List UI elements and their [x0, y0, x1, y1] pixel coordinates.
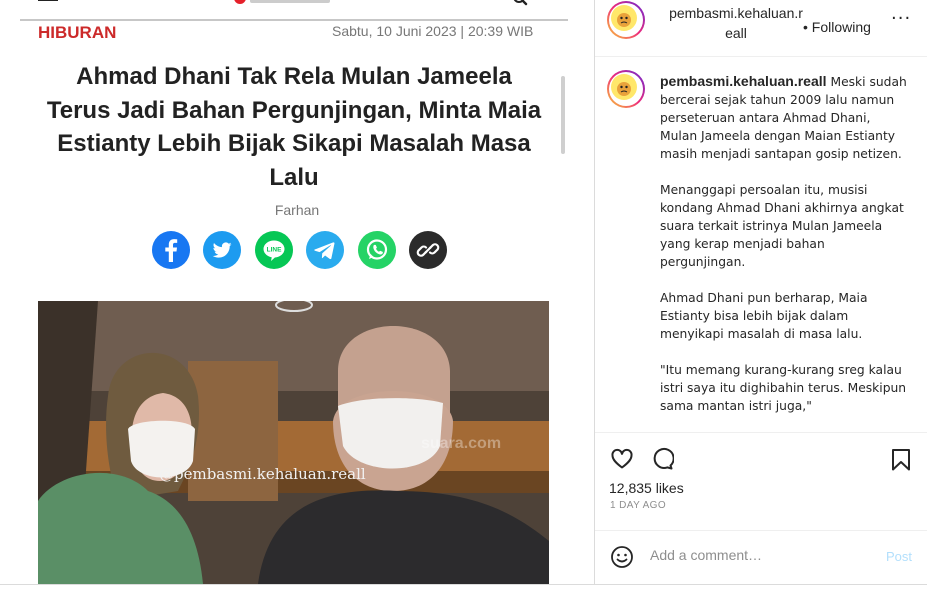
line-icon[interactable]: LINE — [255, 231, 293, 269]
scrollbar[interactable] — [561, 76, 565, 154]
post-username-line: eall — [725, 25, 747, 41]
like-count[interactable]: 12,835 likes — [609, 480, 684, 496]
more-options-icon[interactable]: ··· — [891, 8, 911, 29]
post-username[interactable]: pembasmi.kehaluan.r eall — [661, 3, 811, 43]
photo-watermark: @pembasmi.kehaluan.reall — [159, 465, 366, 483]
site-header — [0, 0, 594, 20]
article-title-line: Estianty Lebih Bijak Sikapi Masalah Masa — [57, 130, 531, 157]
avatar[interactable] — [607, 1, 645, 39]
photo-source-mark: suara.com — [421, 435, 502, 452]
post-caption: pembasmi.kehaluan.reall Meski sudah berc… — [660, 72, 910, 432]
window-bottom-edge — [0, 584, 927, 590]
twitter-icon[interactable] — [203, 231, 241, 269]
site-logo-text — [250, 0, 330, 3]
following-label: Following — [811, 19, 871, 35]
caption-username[interactable]: pembasmi.kehaluan.reall — [660, 73, 827, 89]
like-heart-icon[interactable] — [610, 447, 634, 471]
article-title-line: Lalu — [269, 163, 319, 191]
actions-divider — [595, 432, 927, 433]
menu-icon[interactable] — [38, 0, 58, 8]
site-logo[interactable] — [234, 0, 246, 4]
bookmark-save-icon[interactable] — [890, 448, 912, 472]
svg-text:LINE: LINE — [267, 247, 282, 254]
post-username-line: pembasmi.kehaluan.r — [669, 5, 803, 21]
copy-link-icon[interactable] — [409, 231, 447, 269]
article-title-line: Ahmad Dhani Tak Rela Mulan Jameela — [76, 63, 512, 90]
article-photo: @pembasmi.kehaluan.reall suara.com — [38, 301, 549, 584]
instagram-post-panel: pembasmi.kehaluan.r eall • Following ···… — [595, 0, 927, 584]
caption-paragraph: Ahmad Dhani pun berharap, Maia Estianty … — [660, 291, 868, 341]
caption-paragraph: pembasmi.kehaluan.reall Meski sudah berc… — [660, 72, 910, 163]
post-timestamp[interactable]: 1 DAY AGO — [610, 500, 666, 511]
header-divider — [20, 19, 568, 21]
dot-separator: • — [803, 19, 812, 35]
article-title: Ahmad Dhani Tak Rela Mulan Jameela Terus… — [40, 60, 548, 194]
article-author[interactable]: Farhan — [0, 202, 594, 218]
avatar-image — [611, 5, 637, 31]
article-title-line: Terus Jadi Bahan Pergunjingan, Minta Mai… — [46, 96, 542, 124]
comment-input[interactable]: Add a comment… — [650, 547, 762, 563]
comment-divider — [595, 530, 927, 531]
caption-paragraph: Menanggapi persoalan itu, musisi kondang… — [660, 183, 904, 269]
telegram-icon[interactable] — [306, 231, 344, 269]
facebook-icon[interactable] — [152, 231, 190, 269]
search-icon[interactable] — [512, 0, 528, 8]
emoji-icon[interactable] — [610, 545, 634, 569]
article-category[interactable]: HIBURAN — [38, 23, 116, 43]
following-button[interactable]: • Following — [803, 19, 871, 35]
article-date: Sabtu, 10 Juni 2023 | 20:39 WIB — [332, 23, 534, 39]
avatar-image — [611, 74, 637, 100]
whatsapp-icon[interactable] — [358, 231, 396, 269]
article-panel: HIBURAN Sabtu, 10 Juni 2023 | 20:39 WIB … — [0, 0, 594, 584]
comment-bubble-icon[interactable] — [650, 447, 674, 471]
caption-avatar[interactable] — [607, 70, 645, 108]
caption-paragraph: "Itu memang kurang-kurang sreg kalau ist… — [660, 363, 907, 413]
header-divider — [595, 56, 927, 57]
post-comment-button[interactable]: Post — [886, 549, 912, 564]
